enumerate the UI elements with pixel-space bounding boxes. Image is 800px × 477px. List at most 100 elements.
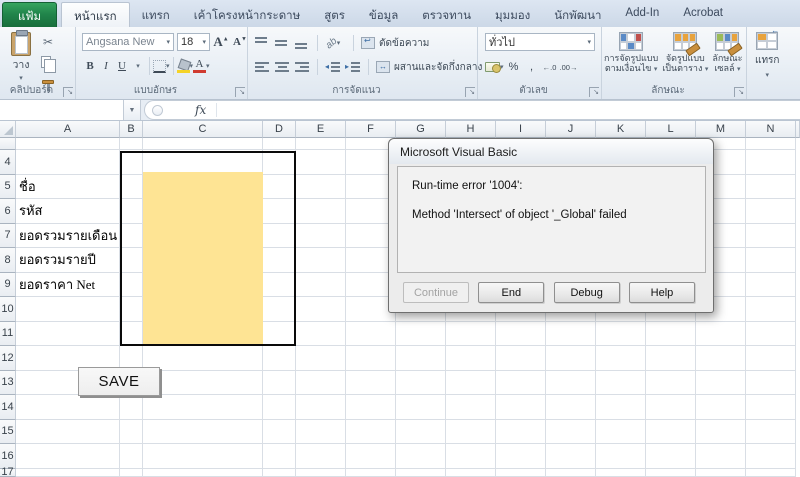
- cell-I12[interactable]: [496, 346, 546, 371]
- align-center-button[interactable]: [274, 58, 290, 76]
- column-header-C[interactable]: C: [143, 121, 263, 138]
- cell-M17[interactable]: [696, 469, 746, 477]
- tab-3[interactable]: เค้าโครงหน้ากระดาษ: [182, 2, 312, 27]
- cell-D8[interactable]: [263, 248, 296, 273]
- cell-N-partial[interactable]: [746, 138, 796, 150]
- row-header-14[interactable]: 14: [0, 395, 16, 420]
- increase-decimal-button[interactable]: ←.0: [542, 58, 558, 76]
- dialog-button-continue[interactable]: Continue: [403, 282, 469, 303]
- cell-E15[interactable]: [296, 420, 346, 445]
- accounting-format-button[interactable]: ▾: [485, 58, 504, 76]
- row-header-partial[interactable]: [0, 138, 16, 150]
- cell-J14[interactable]: [546, 395, 596, 420]
- cell-E17[interactable]: [296, 469, 346, 477]
- italic-button[interactable]: I: [98, 57, 114, 75]
- name-box[interactable]: [0, 100, 124, 120]
- cell-A11[interactable]: [16, 322, 120, 347]
- cell-C14[interactable]: [143, 395, 263, 420]
- row-header-9[interactable]: 9: [0, 273, 16, 298]
- cell-B9[interactable]: [120, 273, 143, 298]
- cell-N8[interactable]: [746, 248, 796, 273]
- cell-C6[interactable]: [143, 199, 263, 224]
- cell-D16[interactable]: [263, 444, 296, 469]
- comma-button[interactable]: ,: [524, 58, 540, 76]
- cell-J12[interactable]: [546, 346, 596, 371]
- cell-B16[interactable]: [120, 444, 143, 469]
- cell-C-partial[interactable]: [143, 138, 263, 150]
- column-header-A[interactable]: A: [16, 121, 120, 138]
- column-header-G[interactable]: G: [396, 121, 446, 138]
- cell-I15[interactable]: [496, 420, 546, 445]
- cell-N6[interactable]: [746, 199, 796, 224]
- cell-D12[interactable]: [263, 346, 296, 371]
- align-top-button[interactable]: [254, 34, 270, 52]
- cell-E6[interactable]: [296, 199, 346, 224]
- cell-I13[interactable]: [496, 371, 546, 396]
- column-header-L[interactable]: L: [646, 121, 696, 138]
- cell-F11[interactable]: [346, 322, 396, 347]
- file-tab[interactable]: แฟ้ม: [2, 2, 57, 27]
- cut-button[interactable]: ✂: [40, 33, 56, 51]
- orientation-button[interactable]: ab▾: [325, 34, 341, 52]
- cell-B-partial[interactable]: [120, 138, 143, 150]
- cell-A4[interactable]: [16, 150, 120, 175]
- styles-dialog-launcher[interactable]: ↘: [734, 87, 744, 97]
- row-header-13[interactable]: 13: [0, 371, 16, 396]
- cell-A17[interactable]: [16, 469, 120, 477]
- cell-I17[interactable]: [496, 469, 546, 477]
- cell-D7[interactable]: [263, 224, 296, 249]
- cell-G11[interactable]: [396, 322, 446, 347]
- cell-M12[interactable]: [696, 346, 746, 371]
- cell-I11[interactable]: [496, 322, 546, 347]
- dialog-button-help[interactable]: Help: [629, 282, 695, 303]
- cell-C12[interactable]: [143, 346, 263, 371]
- cell-N15[interactable]: [746, 420, 796, 445]
- cell-F12[interactable]: [346, 346, 396, 371]
- copy-button[interactable]: ▾: [40, 53, 56, 71]
- cell-J13[interactable]: [546, 371, 596, 396]
- cell-B7[interactable]: [120, 224, 143, 249]
- cell-B11[interactable]: [120, 322, 143, 347]
- row-header-17[interactable]: 17: [0, 469, 16, 477]
- cell-D11[interactable]: [263, 322, 296, 347]
- cell-J16[interactable]: [546, 444, 596, 469]
- cell-H14[interactable]: [446, 395, 496, 420]
- cell-M15[interactable]: [696, 420, 746, 445]
- cell-F14[interactable]: [346, 395, 396, 420]
- wrap-text-button[interactable]: ตัดข้อความ: [361, 34, 429, 52]
- row-header-6[interactable]: 6: [0, 199, 16, 224]
- conditional-formatting-button[interactable]: การจัดรูปแบบตามเงื่อนไข ▾: [604, 27, 658, 74]
- cell-J11[interactable]: [546, 322, 596, 347]
- cell-J17[interactable]: [546, 469, 596, 477]
- cell-E-partial[interactable]: [296, 138, 346, 150]
- cell-A10[interactable]: [16, 297, 120, 322]
- cell-B6[interactable]: [120, 199, 143, 224]
- cell-N7[interactable]: [746, 224, 796, 249]
- row-header-11[interactable]: 11: [0, 322, 16, 347]
- row-header-12[interactable]: 12: [0, 346, 16, 371]
- column-header-J[interactable]: J: [546, 121, 596, 138]
- cell-D-partial[interactable]: [263, 138, 296, 150]
- name-box-dropdown[interactable]: ▼: [124, 100, 141, 120]
- fill-color-button[interactable]: ▾: [177, 57, 194, 75]
- column-header-K[interactable]: K: [596, 121, 646, 138]
- cell-D4[interactable]: [263, 150, 296, 175]
- dialog-button-debug[interactable]: Debug: [554, 282, 620, 303]
- cell-I16[interactable]: [496, 444, 546, 469]
- number-dialog-launcher[interactable]: ↘: [589, 87, 599, 97]
- cell-G16[interactable]: [396, 444, 446, 469]
- cell-N11[interactable]: [746, 322, 796, 347]
- number-format-select[interactable]: ทั่วไป ▾: [485, 33, 595, 51]
- cell-N9[interactable]: [746, 273, 796, 298]
- column-header-D[interactable]: D: [263, 121, 296, 138]
- cell-J15[interactable]: [546, 420, 596, 445]
- cell-H16[interactable]: [446, 444, 496, 469]
- row-header-16[interactable]: 16: [0, 444, 16, 469]
- cell-L17[interactable]: [646, 469, 696, 477]
- row-header-15[interactable]: 15: [0, 420, 16, 445]
- row-header-8[interactable]: 8: [0, 248, 16, 273]
- tab-1[interactable]: หน้าแรก: [61, 2, 129, 27]
- insert-function-button[interactable]: fx: [195, 103, 217, 117]
- cell-D17[interactable]: [263, 469, 296, 477]
- cell-E13[interactable]: [296, 371, 346, 396]
